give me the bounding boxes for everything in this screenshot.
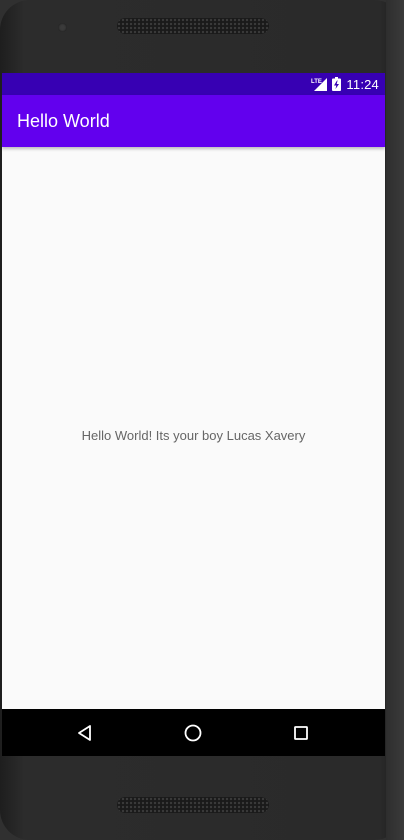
phone-frame: LTE 11:24 Hello World Hello World! Its y…	[0, 0, 404, 840]
lte-signal-icon: LTE	[311, 78, 328, 91]
home-icon	[184, 724, 202, 741]
recents-button[interactable]	[276, 709, 326, 756]
status-bar: LTE 11:24	[2, 73, 385, 95]
lte-label: LTE	[311, 79, 322, 85]
hello-text-view: Hello World! Its your boy Lucas Xavery	[81, 428, 306, 443]
back-icon	[78, 724, 91, 741]
status-icons: LTE 11:24	[311, 73, 379, 95]
phone-screen: LTE 11:24 Hello World Hello World! Its y…	[2, 73, 385, 756]
home-button[interactable]	[168, 709, 218, 756]
recents-icon	[294, 725, 308, 740]
app-title: Hello World	[17, 111, 110, 131]
navigation-bar	[2, 709, 385, 756]
top-speaker-grille	[117, 18, 269, 34]
bottom-speaker-grille	[117, 797, 269, 813]
app-toolbar: Hello World	[2, 95, 385, 147]
back-button[interactable]	[60, 709, 110, 756]
phone-side-edge	[386, 0, 404, 840]
main-content: Hello World! Its your boy Lucas Xavery	[2, 147, 385, 709]
front-camera	[58, 23, 67, 32]
battery-charging-icon	[332, 77, 342, 91]
status-clock: 11:24	[346, 76, 379, 92]
